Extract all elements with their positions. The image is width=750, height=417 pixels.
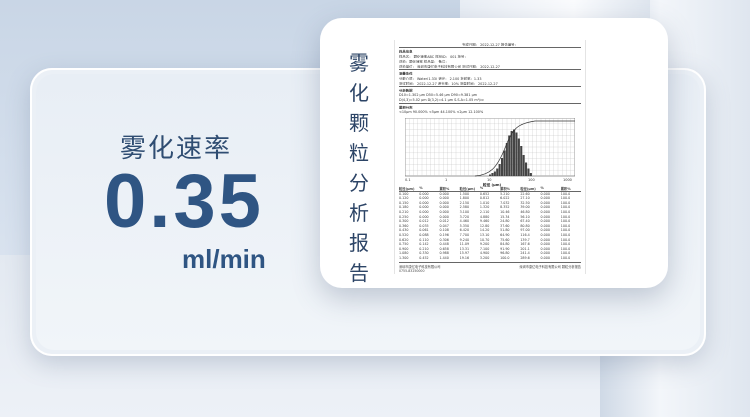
metric-unit: ml/min <box>182 244 266 274</box>
table-header-cell: % <box>540 186 544 190</box>
doc-footer: 深圳市康亿电子科技有限公司 深圳市康亿电子科技有限公司 颗粒分析报告 0755-… <box>399 262 581 273</box>
report-title-char: 报 <box>349 231 369 255</box>
tick-label: 0.1 <box>405 178 411 182</box>
histogram-bar <box>522 155 525 176</box>
table-header-cell: 累积% <box>439 187 450 191</box>
doc-info-row: 测试时间： 2022-12-27 遮光率：10% 测量时间： 2022-12-2… <box>399 82 498 85</box>
doc-divider <box>399 47 581 48</box>
table-header-cell: 粒径(μm) <box>459 187 476 191</box>
histogram-bar <box>510 131 513 176</box>
report-title-char: 告 <box>349 261 369 285</box>
histogram-bar <box>493 171 496 176</box>
doc-divider <box>399 103 581 104</box>
table-cell: 100.0 <box>560 255 571 260</box>
doc-date-line: 完成日期： 2022-12-27 报告编号： <box>462 43 518 46</box>
histogram-bar <box>515 132 518 176</box>
tick-label: 1000 <box>563 178 572 182</box>
histogram-bar <box>508 135 511 176</box>
footer-right: 深圳市康亿电子科技有限公司 颗粒分析报告 <box>519 265 581 269</box>
report-title-char: 颗 <box>349 111 369 135</box>
doc-section-heading: 累积分布 <box>399 106 413 109</box>
histogram-bar <box>501 158 504 176</box>
doc-info-row: <10μm 90.000% <5μm 44.100% <2μm 12.100% <box>399 110 484 114</box>
report-title-char: 析 <box>349 201 369 225</box>
table-cell: 1.300 <box>399 255 409 260</box>
histogram-bar <box>496 168 499 176</box>
report-title: 雾 化 颗 粒 分 析 报 告 <box>348 48 370 288</box>
doc-info-row: 分散介质： Water(1.33) 遮光： 2.100 折射率：1.33 <box>399 77 482 80</box>
table-header-cell: % <box>479 186 484 190</box>
chart-grid <box>405 118 575 176</box>
table-cell: 1.440 <box>439 255 449 260</box>
table-row: 1.300 0.452 1.440 19.16 3.200 100.0 289.6 0.000… <box>399 256 581 261</box>
doc-divider <box>399 69 581 70</box>
report-title-char: 分 <box>349 171 369 195</box>
histogram-bar <box>525 162 528 176</box>
report-title-char: 粒 <box>349 141 369 165</box>
histogram-bar <box>527 168 530 176</box>
table-body: 0.100 0.000 0.000 1.500 0.652 5.210 22.60 0.000… <box>399 192 581 261</box>
doc-info-row: D10=1.302 μm D50=5.46 μm D90=9.381 μm <box>399 93 478 97</box>
doc-divider <box>399 86 581 87</box>
histogram-bar <box>491 173 494 176</box>
table-cell: 19.16 <box>459 255 470 260</box>
footer-phone: 0755-83250000 <box>399 269 425 273</box>
report-title-char: 雾 <box>349 51 369 75</box>
tick-label: 100 <box>528 178 535 182</box>
histogram-bar <box>503 150 506 176</box>
doc-section-heading: 分析数据 <box>399 89 413 92</box>
table-cell: 3.200 <box>479 255 490 260</box>
report-title-char: 化 <box>349 81 369 105</box>
doc-section-heading: 测量条件 <box>399 72 413 75</box>
doc-info-row: D(4,3)=5.02 μm D(3,2)=4.1 μm S.S.A=1.05 … <box>399 98 484 102</box>
histogram-bar <box>520 146 523 176</box>
report-document: 完成日期： 2022-12-27 报告编号： 样品信息 样品名： 颗化速率ABC… <box>394 40 586 274</box>
table-header-cell: 粒径(μm) <box>520 187 536 191</box>
histogram-bar <box>505 143 508 176</box>
doc-info-row: 送检：颗化速率 样品量： 备注： <box>399 60 449 63</box>
histogram-bar <box>498 164 501 176</box>
histogram-bar <box>517 138 520 176</box>
doc-info-row: 样品名： 颗化速率ABC 样品ID： 001 批号： <box>399 55 468 58</box>
table-header-cell: 累积% <box>500 187 510 191</box>
table-header-cell: % <box>419 186 423 190</box>
metric-value: 0.35 <box>104 159 264 244</box>
table-header-cell: 粒径(μm) <box>399 187 415 191</box>
table-header-cell: 累积% <box>560 187 571 191</box>
doc-info-row: 送检单位： 深圳市康亿电子科技有限公司 测试日期： 2022-12-27 <box>399 65 500 68</box>
histogram-bar <box>513 129 516 176</box>
table-cell: 0.000 <box>540 255 550 260</box>
table-cell: 0.452 <box>419 255 429 260</box>
table-cell: 100.0 <box>500 255 510 260</box>
histogram-bar <box>529 173 532 176</box>
histogram-bar <box>489 174 492 176</box>
tick-label: 1 <box>445 178 447 182</box>
table-cell: 289.6 <box>520 255 530 260</box>
doc-section-heading: 样品信息 <box>399 50 413 53</box>
distribution-table: 粒径(μm) % 累积% 粒径(μm) % 累积% 粒径(μm) % 累积% 0… <box>399 186 581 261</box>
tick-label: 10 <box>487 178 491 182</box>
